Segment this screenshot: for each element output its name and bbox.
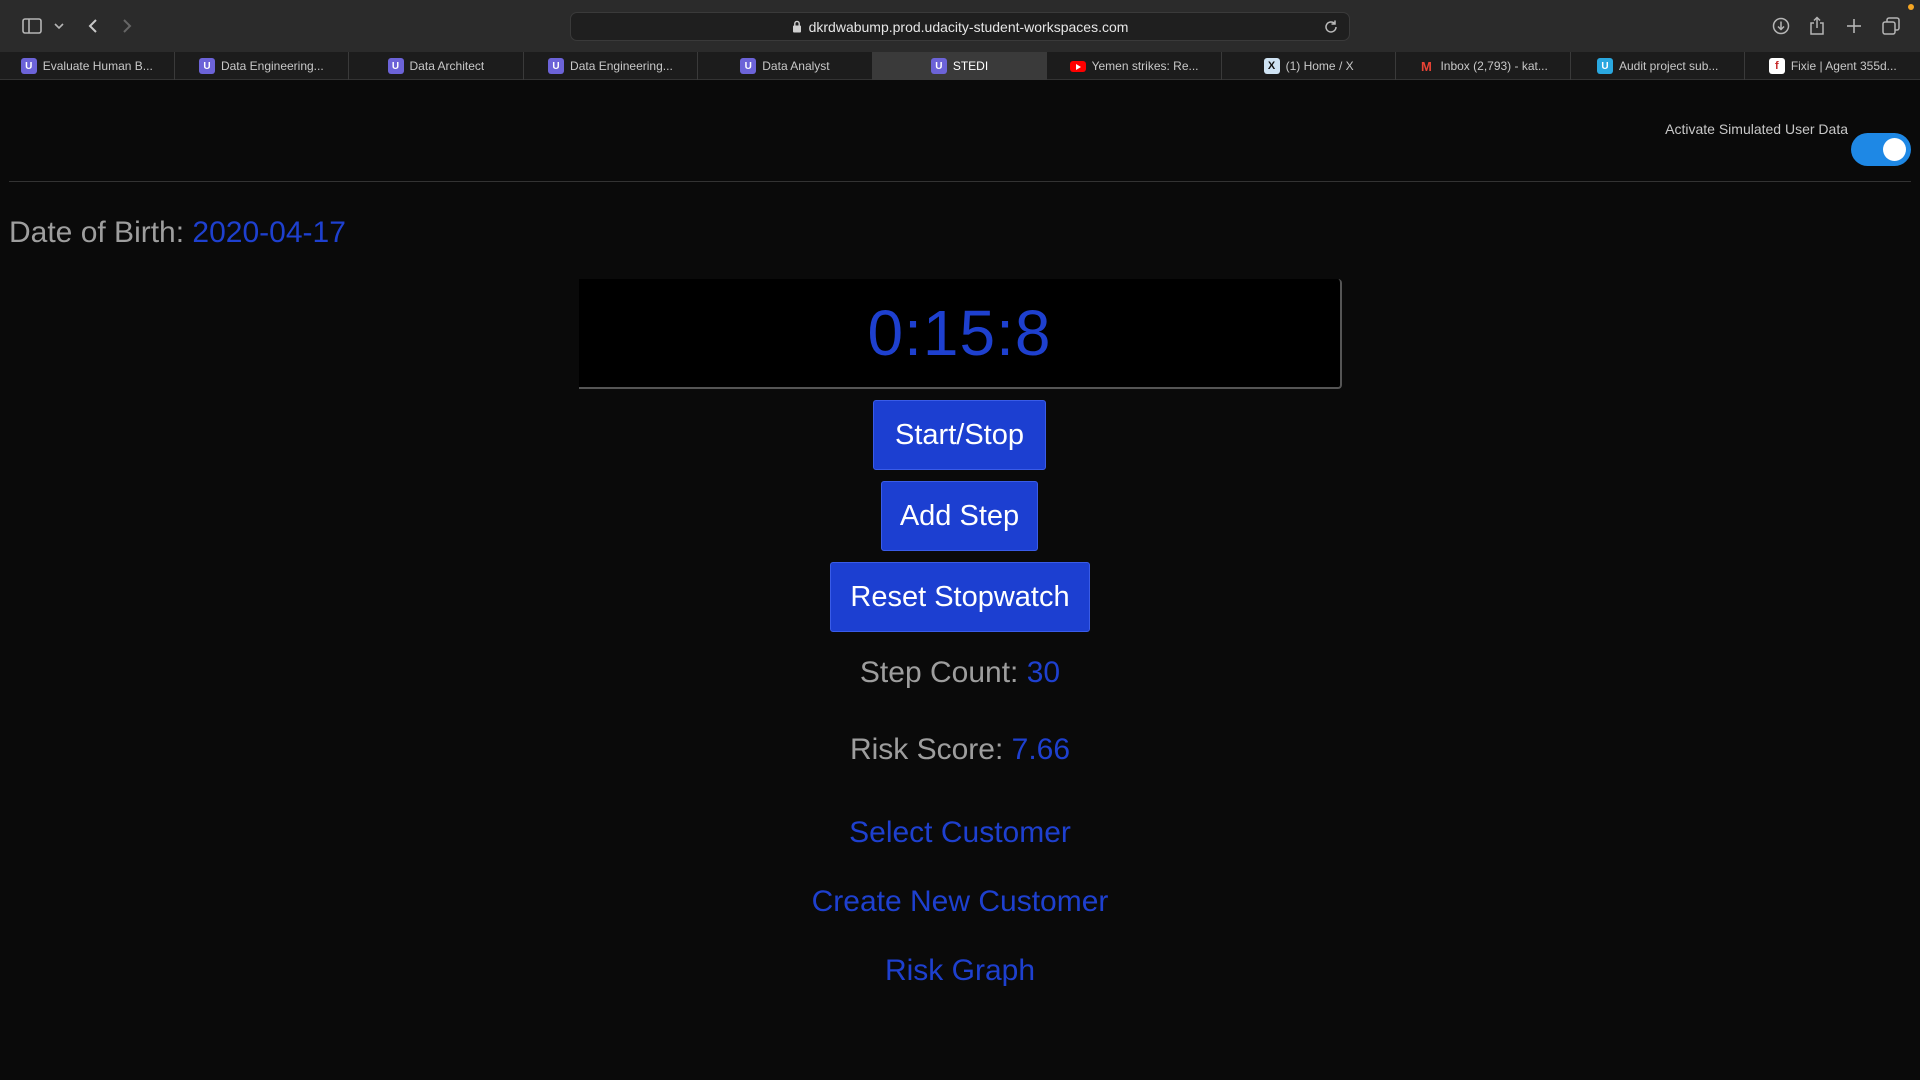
- tab-bar: U Evaluate Human B... U Data Engineering..…: [0, 52, 1920, 80]
- download-icon[interactable]: [1770, 12, 1792, 40]
- stopwatch-time: 0:15:8: [867, 297, 1052, 369]
- dob-value: 2020-04-17: [192, 216, 346, 249]
- lock-icon: [792, 20, 802, 33]
- tab-audit-project[interactable]: U Audit project sub...: [1571, 52, 1746, 80]
- tab-data-engineering-2[interactable]: U Data Engineering...: [524, 52, 699, 80]
- simulated-data-label: Activate Simulated User Data: [1665, 121, 1848, 137]
- add-step-button[interactable]: Add Step: [881, 481, 1038, 551]
- date-of-birth: Date of Birth: 2020-04-17: [9, 216, 346, 250]
- tab-yemen-strikes[interactable]: Yemen strikes: Re...: [1047, 52, 1222, 80]
- chevron-down-icon[interactable]: [52, 12, 66, 40]
- reset-stopwatch-button[interactable]: Reset Stopwatch: [830, 562, 1090, 632]
- back-icon[interactable]: [84, 12, 102, 40]
- tab-data-architect[interactable]: U Data Architect: [349, 52, 524, 80]
- tab-home-x[interactable]: X (1) Home / X: [1222, 52, 1397, 80]
- gmail-icon: M: [1421, 58, 1432, 74]
- toggle-knob: [1883, 138, 1906, 161]
- create-customer-row: Create New Customer: [0, 885, 1920, 919]
- tab-fixie-agent[interactable]: f Fixie | Agent 355d...: [1745, 52, 1920, 80]
- udacity-icon: U: [198, 58, 215, 74]
- tab-data-analyst[interactable]: U Data Analyst: [698, 52, 873, 80]
- reload-icon[interactable]: [1323, 19, 1339, 40]
- url-text[interactable]: dkrdwabump.prod.udacity-student-workspac…: [809, 19, 1129, 35]
- step-count-value: 30: [1026, 656, 1061, 689]
- x-icon: X: [1263, 58, 1280, 74]
- dob-label: Date of Birth:: [9, 216, 185, 249]
- tab-inbox[interactable]: M Inbox (2,793) - kat...: [1396, 52, 1571, 80]
- create-customer-link[interactable]: Create New Customer: [812, 885, 1109, 918]
- tab-overview-icon[interactable]: [1880, 12, 1902, 40]
- simulated-data-toggle[interactable]: [1851, 133, 1911, 166]
- header-divider: [9, 181, 1911, 182]
- address-bar[interactable]: dkrdwabump.prod.udacity-student-workspac…: [570, 12, 1350, 41]
- notification-dot-icon: [1908, 4, 1914, 10]
- fixie-icon: f: [1768, 58, 1785, 74]
- risk-score-label: Risk Score:: [849, 733, 1004, 766]
- share-icon[interactable]: [1806, 12, 1828, 40]
- risk-graph-row: Risk Graph: [0, 954, 1920, 988]
- udacity-icon: U: [740, 58, 757, 74]
- new-tab-icon[interactable]: [1843, 12, 1865, 40]
- select-customer-link[interactable]: Select Customer: [849, 816, 1071, 849]
- udacity-icon: U: [20, 58, 37, 74]
- select-customer-row: Select Customer: [0, 816, 1920, 850]
- browser-toolbar: dkrdwabump.prod.udacity-student-workspac…: [0, 0, 1920, 52]
- tab-stedi[interactable]: U STEDI: [872, 52, 1048, 80]
- sidebar-toggle-icon[interactable]: [20, 12, 44, 40]
- step-count: Step Count: 30: [0, 656, 1920, 690]
- tab-evaluate-human[interactable]: U Evaluate Human B...: [0, 52, 175, 80]
- stopwatch-display: 0:15:8: [579, 279, 1342, 389]
- stedi-page: Activate Simulated User Data Date of Bir…: [0, 81, 1920, 1080]
- risk-graph-link[interactable]: Risk Graph: [885, 954, 1035, 987]
- udacity-icon: U: [387, 58, 404, 74]
- udacity-icon: U: [548, 58, 565, 74]
- risk-score-value: 7.66: [1011, 733, 1071, 766]
- step-count-label: Step Count:: [859, 656, 1019, 689]
- start-stop-button[interactable]: Start/Stop: [873, 400, 1046, 470]
- risk-score: Risk Score: 7.66: [0, 733, 1920, 767]
- udacity-icon: U: [1597, 58, 1613, 74]
- youtube-icon: [1069, 60, 1086, 72]
- udacity-icon: U: [930, 58, 947, 74]
- tab-data-engineering-1[interactable]: U Data Engineering...: [175, 52, 350, 80]
- forward-icon[interactable]: [118, 12, 136, 40]
